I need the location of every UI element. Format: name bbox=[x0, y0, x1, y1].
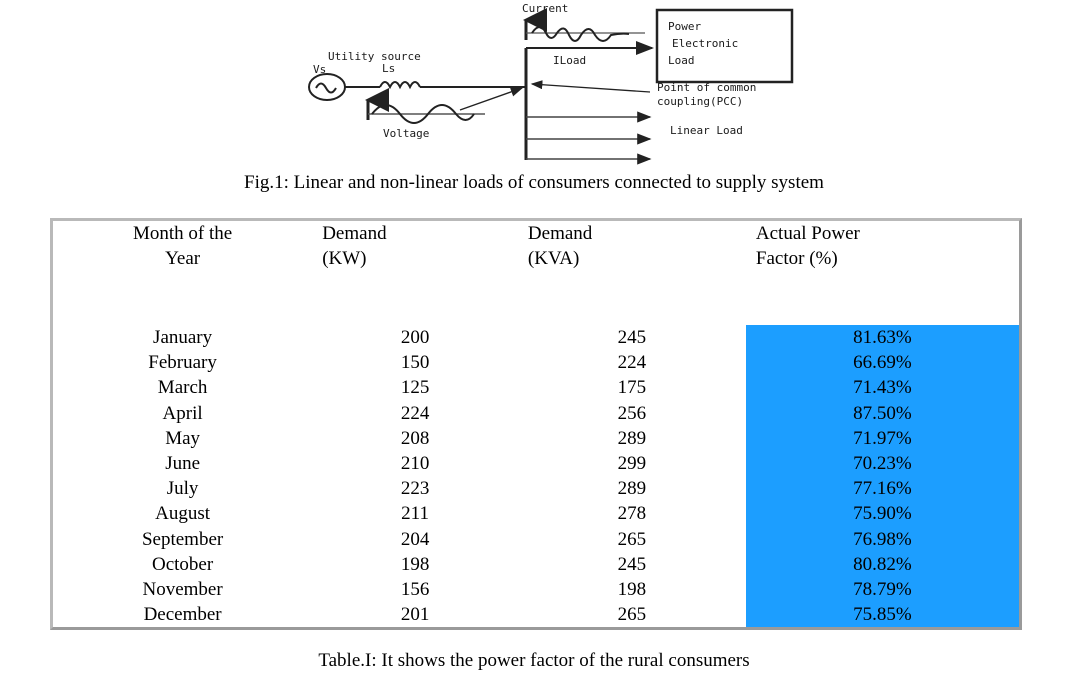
header-demand-kw: Demand (KW) bbox=[312, 221, 518, 325]
cell-month: September bbox=[141, 528, 224, 550]
cell-demand-kw: 156 bbox=[400, 579, 430, 601]
cell-power-factor: 77.16% bbox=[853, 478, 912, 500]
cell-demand-kva: 289 bbox=[617, 427, 647, 449]
label-iload: ILoad bbox=[553, 54, 586, 67]
voltage-pointer-arrow bbox=[459, 87, 524, 111]
cell-demand-kw: 208 bbox=[400, 427, 430, 449]
cell-demand-kw: 200 bbox=[400, 327, 430, 348]
cell-power-factor: 75.85% bbox=[853, 604, 912, 626]
cell-demand-kva: 265 bbox=[617, 604, 647, 626]
label-pcc-line1: Point of common bbox=[657, 81, 756, 94]
cell-demand-kw: 198 bbox=[400, 553, 430, 575]
cell-demand-kva: 224 bbox=[617, 352, 647, 374]
cell-month: February bbox=[148, 352, 217, 374]
pcc-leader-line bbox=[530, 80, 651, 93]
header-kw-line1: Demand bbox=[322, 223, 387, 244]
label-load: Load bbox=[668, 54, 695, 67]
cell-power-factor: 71.97% bbox=[853, 427, 912, 449]
cell-month: October bbox=[152, 553, 214, 575]
cell-demand-kw: 201 bbox=[400, 604, 430, 626]
cell-power-factor: 76.98% bbox=[853, 528, 912, 550]
cell-month: June bbox=[165, 453, 201, 475]
ac-source-symbol bbox=[308, 73, 346, 101]
cell-demand-kw: 125 bbox=[400, 377, 430, 399]
cell-demand-kva: 278 bbox=[617, 503, 647, 525]
header-month-line1: Month of the bbox=[132, 223, 233, 244]
label-voltage: Voltage bbox=[383, 127, 429, 140]
cell-month: August bbox=[155, 503, 211, 525]
circuit-diagram-svg: Vs Utility source Ls Voltage Current ILo… bbox=[308, 2, 794, 165]
header-kva-line1: Demand bbox=[527, 223, 593, 244]
cell-power-factor: 66.69% bbox=[853, 352, 912, 374]
cell-month: January bbox=[153, 327, 213, 348]
header-kw-line2: (KW) bbox=[322, 248, 367, 269]
cell-demand-kva: 289 bbox=[617, 478, 647, 500]
cell-demand-kw: 204 bbox=[400, 528, 430, 550]
cell-month: April bbox=[162, 402, 203, 424]
column-demand-kw: 200 150 125 224 208 210 223 211 204 198 156 201 bbox=[312, 325, 518, 627]
figure-1-caption: Fig.1: Linear and non-linear loads of co… bbox=[244, 172, 824, 193]
cell-demand-kw: 224 bbox=[400, 402, 430, 424]
header-kva-line2: (KVA) bbox=[527, 248, 580, 269]
cell-power-factor: 71.43% bbox=[853, 377, 912, 399]
column-power-factor: 81.63% 66.69% 71.43% 87.50% 71.97% 70.23% 77.1… bbox=[745, 325, 1019, 628]
cell-demand-kw: 211 bbox=[401, 503, 429, 525]
cell-demand-kva: 256 bbox=[617, 402, 647, 424]
cell-month: July bbox=[166, 478, 199, 500]
label-vs: Vs bbox=[313, 63, 326, 76]
cell-demand-kva: 198 bbox=[617, 579, 647, 601]
header-pf-line1: Actual Power bbox=[755, 223, 860, 244]
cell-demand-kw: 210 bbox=[400, 453, 430, 475]
cell-power-factor: 78.79% bbox=[853, 579, 912, 601]
power-factor-table: Month of the Year Demand (KW) Demand (KV… bbox=[50, 218, 1022, 631]
cell-demand-kva: 175 bbox=[617, 377, 647, 399]
cell-demand-kva: 265 bbox=[617, 528, 647, 550]
cell-power-factor: 87.50% bbox=[853, 402, 912, 424]
table-body-row: January February March April May June July Augu… bbox=[53, 325, 1019, 628]
label-electronic: Electronic bbox=[672, 37, 738, 50]
ac-sine-symbol bbox=[315, 82, 337, 94]
inductor-ls-symbol bbox=[379, 81, 421, 90]
cell-power-factor: 75.90% bbox=[853, 503, 912, 525]
label-utility-source: Utility source bbox=[328, 50, 421, 63]
current-waveform bbox=[531, 26, 630, 42]
cell-power-factor: 80.82% bbox=[853, 553, 912, 575]
table-caption: Table.I: It shows the power factor of th… bbox=[318, 650, 750, 671]
cell-power-factor: 81.63% bbox=[853, 327, 912, 348]
cell-month: March bbox=[157, 377, 208, 399]
label-ls: Ls bbox=[382, 62, 395, 75]
label-current: Current bbox=[522, 2, 568, 15]
header-month-line2: Year bbox=[165, 248, 201, 269]
column-demand-kva: 245 224 175 256 289 299 289 278 265 245 198 265 bbox=[518, 325, 746, 627]
table-header-row: Month of the Year Demand (KW) Demand (KV… bbox=[53, 221, 1019, 325]
cell-demand-kva: 245 bbox=[617, 553, 647, 575]
cell-month: November bbox=[142, 579, 223, 601]
label-power: Power bbox=[668, 20, 701, 33]
cell-demand-kva: 299 bbox=[617, 453, 647, 475]
cell-month: December bbox=[143, 604, 222, 626]
label-linear-load: Linear Load bbox=[670, 124, 743, 137]
label-pcc-line2: coupling(PCC) bbox=[657, 95, 743, 108]
cell-demand-kw: 150 bbox=[400, 352, 430, 374]
cell-power-factor: 70.23% bbox=[853, 453, 912, 475]
cell-month: May bbox=[165, 427, 201, 449]
cell-demand-kw: 223 bbox=[400, 478, 430, 500]
power-factor-table-container: Month of the Year Demand (KW) Demand (KV… bbox=[50, 218, 1022, 631]
header-actual-power-factor: Actual Power Factor (%) bbox=[746, 221, 1019, 325]
column-month: January February March April May June July Augu… bbox=[53, 325, 312, 627]
header-demand-kva: Demand (KVA) bbox=[518, 221, 746, 325]
cell-demand-kva: 245 bbox=[617, 327, 647, 348]
header-month-of-the-year: Month of the Year bbox=[53, 221, 312, 325]
header-pf-line2: Factor (%) bbox=[755, 248, 838, 269]
figure-1-diagram: Vs Utility source Ls Voltage Current ILo… bbox=[0, 0, 1068, 165]
